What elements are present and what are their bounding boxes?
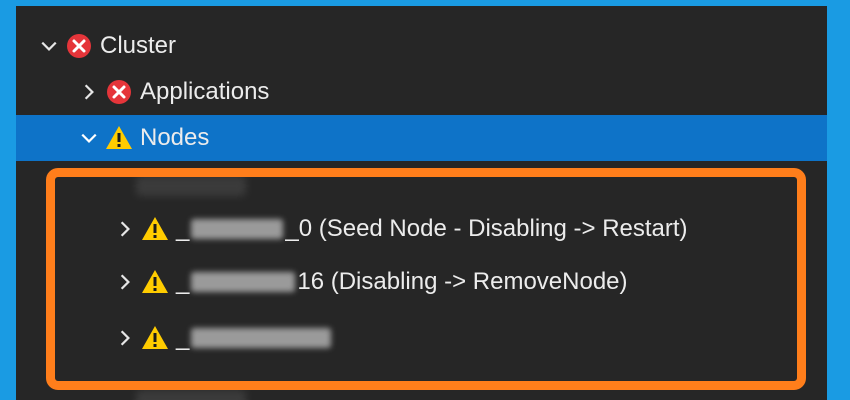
warning-icon <box>140 323 170 353</box>
redacted-text <box>191 219 284 239</box>
chevron-right-icon[interactable] <box>76 79 102 105</box>
obscured-row <box>136 390 246 400</box>
warning-icon <box>140 267 170 297</box>
tree-item-nodes[interactable]: Nodes <box>16 115 827 161</box>
node-name-prefix: _ <box>176 268 190 295</box>
tree-item-cluster[interactable]: Cluster <box>16 23 827 69</box>
warning-icon <box>104 123 134 153</box>
obscured-row <box>136 176 246 196</box>
tree-item-node[interactable]: _ <box>16 315 827 361</box>
chevron-down-icon[interactable] <box>76 125 102 151</box>
node-status-text: _0 (Seed Node - Disabling -> Restart) <box>285 215 688 242</box>
node-name-prefix: _ <box>176 215 190 242</box>
tree-item-label: Nodes <box>140 124 210 151</box>
tree-item-label: Cluster <box>100 32 177 59</box>
redacted-text <box>191 272 296 292</box>
node-name-prefix: _ <box>176 324 190 351</box>
chevron-right-icon[interactable] <box>112 325 138 351</box>
error-icon <box>64 31 94 61</box>
tree-panel: Cluster Applications Nodes _ _0 (Seed No <box>16 6 827 400</box>
error-icon <box>104 77 134 107</box>
tree-item-label: Applications <box>140 78 270 105</box>
chevron-right-icon[interactable] <box>112 269 138 295</box>
tree-item-node[interactable]: _ 16 (Disabling -> RemoveNode) <box>16 259 827 305</box>
redacted-text <box>191 328 332 348</box>
warning-icon <box>140 214 170 244</box>
tree-item-node[interactable]: _ _0 (Seed Node - Disabling -> Restart) <box>16 206 827 252</box>
tree-item-applications[interactable]: Applications <box>16 69 827 115</box>
chevron-down-icon[interactable] <box>36 33 62 59</box>
node-status-text: 16 (Disabling -> RemoveNode) <box>297 268 628 295</box>
chevron-right-icon[interactable] <box>112 216 138 242</box>
